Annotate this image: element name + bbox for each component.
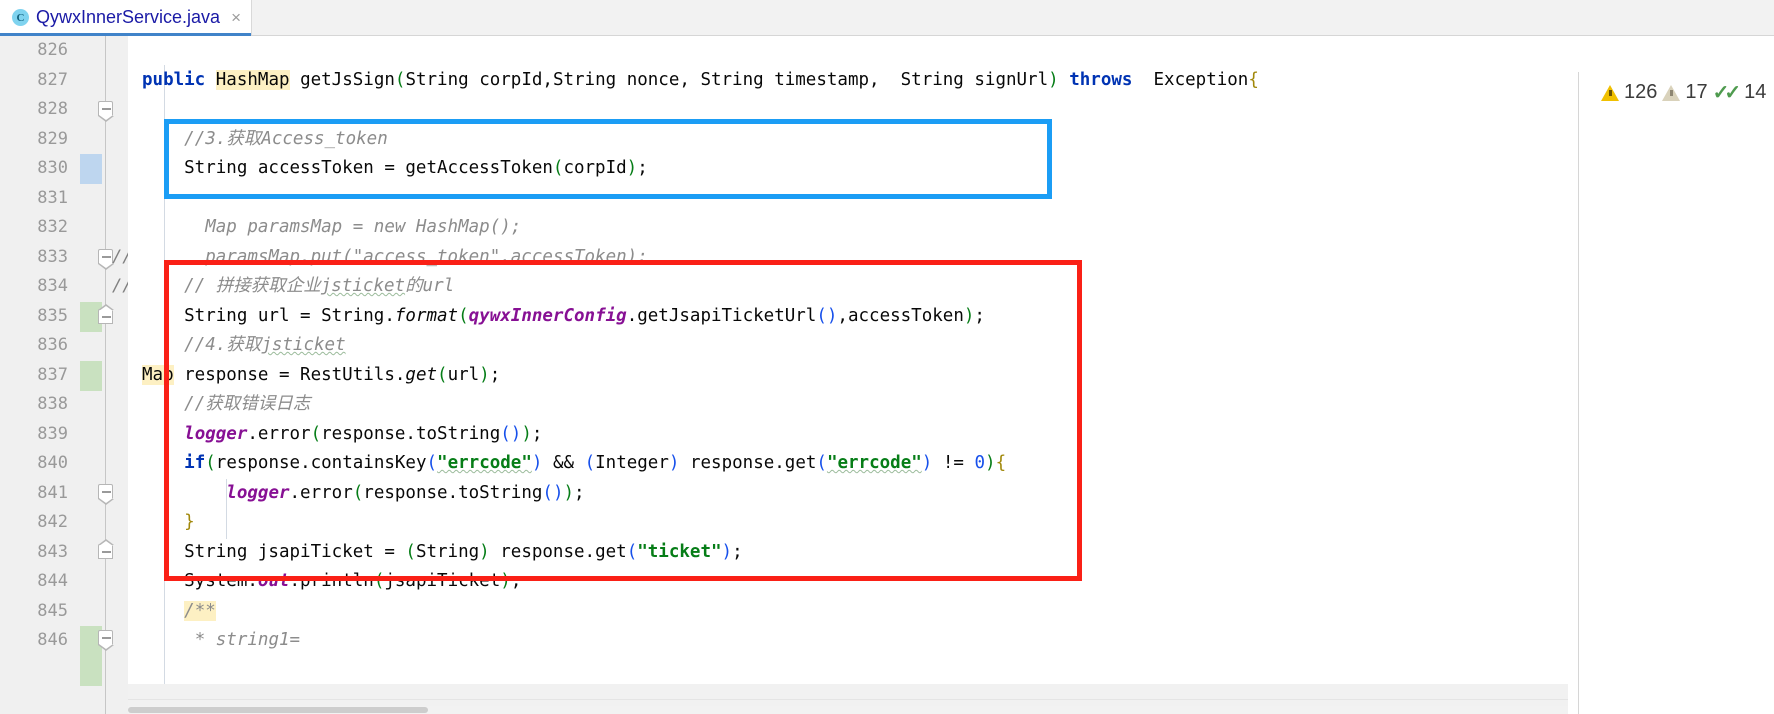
- minus-icon: [102, 316, 111, 318]
- code-line-842[interactable]: }: [142, 508, 1774, 538]
- line-number: 827: [37, 69, 68, 90]
- java-class-icon: C: [12, 9, 29, 26]
- code-line-834[interactable]: // 拼接获取企业jsticket的url: [142, 272, 1774, 302]
- scrollbar-thumb[interactable]: [128, 707, 428, 713]
- line-number: 834: [37, 276, 68, 296]
- code-line-831[interactable]: [142, 184, 1774, 214]
- fold-region-start-icon[interactable]: [98, 484, 114, 505]
- ok-indicator[interactable]: ✓✓ 14: [1713, 81, 1767, 104]
- code-line-845[interactable]: /**: [142, 597, 1774, 627]
- code-lines: public HashMap getJsSign(String corpId,S…: [128, 36, 1774, 656]
- line-number: 828: [37, 99, 68, 119]
- line-number-column: 826 827 828 829 830 831 832 833 834 835 …: [0, 36, 78, 656]
- code-line-836[interactable]: //4.获取jsticket: [142, 331, 1774, 361]
- code-line-844[interactable]: System.out.println(jsapiTicket);: [142, 567, 1774, 597]
- inspection-widget-panel: 126 17 ✓✓ 14: [1578, 72, 1774, 714]
- warning-triangle-icon: [1601, 84, 1619, 101]
- line-number: 833: [37, 246, 68, 267]
- code-line-846[interactable]: * string1=: [142, 626, 1774, 656]
- editor-body: // // 826 827 828 829 830 831 832 833 83…: [0, 36, 1774, 714]
- fold-region-end-icon[interactable]: [98, 304, 114, 324]
- line-number: 846: [37, 630, 68, 650]
- editor-bottom-partial-row: [128, 684, 1568, 706]
- line-number: 838: [37, 394, 68, 414]
- editor-gutter[interactable]: // // 826 827 828 829 830 831 832 833 83…: [0, 36, 132, 714]
- line-number: 841: [37, 482, 68, 503]
- fold-region-start-icon[interactable]: [98, 630, 114, 651]
- fold-region-start-icon[interactable]: [98, 101, 114, 122]
- line-number: 843: [37, 541, 68, 562]
- minus-icon: [102, 491, 111, 493]
- code-line-827[interactable]: public HashMap getJsSign(String corpId,S…: [142, 66, 1774, 96]
- double-check-icon: ✓✓: [1712, 81, 1741, 104]
- minus-icon: [102, 551, 111, 553]
- weak-warnings-indicator[interactable]: 17: [1662, 81, 1708, 104]
- warnings-count: 126: [1624, 81, 1658, 103]
- code-line-826[interactable]: [142, 36, 1774, 66]
- line-number: 845: [37, 600, 68, 621]
- code-editor-area[interactable]: public HashMap getJsSign(String corpId,S…: [128, 36, 1774, 714]
- code-line-838[interactable]: //获取错误日志: [142, 390, 1774, 420]
- line-number: 842: [37, 512, 68, 532]
- editor-tab-bar: C QywxInnerService.java ×: [0, 0, 1774, 36]
- inspection-summary[interactable]: 126 17 ✓✓ 14: [1579, 72, 1774, 104]
- line-number: 836: [37, 335, 68, 355]
- horizontal-scrollbar[interactable]: [128, 706, 1568, 714]
- ide-editor-window: C QywxInnerService.java × // // 826 827 …: [0, 0, 1774, 714]
- fold-region-end-icon[interactable]: [98, 539, 114, 559]
- editor-tab-qywxinnerservice[interactable]: C QywxInnerService.java ×: [0, 0, 253, 36]
- code-fold-rail: [105, 36, 106, 714]
- line-number: 840: [37, 453, 68, 473]
- line-number: 839: [37, 423, 68, 444]
- code-line-837[interactable]: Map response = RestUtils.get(url);: [142, 361, 1774, 391]
- line-number: 829: [37, 128, 68, 149]
- vcs-added-marker[interactable]: [80, 361, 102, 391]
- weak-warning-triangle-icon: [1662, 84, 1681, 101]
- minus-icon: [102, 637, 111, 639]
- close-icon[interactable]: ×: [227, 9, 241, 26]
- minus-icon: [102, 256, 111, 258]
- line-number: 837: [37, 364, 68, 385]
- line-number: 826: [37, 40, 68, 60]
- weak-warnings-count: 17: [1685, 81, 1708, 103]
- fold-region-start-icon[interactable]: [98, 249, 114, 270]
- code-line-843[interactable]: String jsapiTicket = (String) response.g…: [142, 538, 1774, 568]
- vcs-modified-marker[interactable]: [80, 154, 102, 184]
- code-line-830[interactable]: String accessToken = getAccessToken(corp…: [142, 154, 1774, 184]
- code-line-835[interactable]: String url = String.format(qywxInnerConf…: [142, 302, 1774, 332]
- code-line-840[interactable]: if(response.containsKey("errcode") && (I…: [142, 449, 1774, 479]
- code-line-839[interactable]: logger.error(response.toString());: [142, 420, 1774, 450]
- line-number: 832: [37, 217, 68, 237]
- code-line-832[interactable]: Map paramsMap = new HashMap();: [142, 213, 1774, 243]
- line-number: 830: [37, 158, 68, 178]
- editor-tab-label: QywxInnerService.java: [36, 7, 221, 27]
- line-number: 835: [37, 305, 68, 326]
- ok-count: 14: [1744, 81, 1767, 103]
- code-line-841[interactable]: logger.error(response.toString());: [142, 479, 1774, 509]
- code-line-829[interactable]: //3.获取Access_token: [142, 125, 1774, 155]
- minus-icon: [102, 108, 111, 110]
- code-line-828[interactable]: [142, 95, 1774, 125]
- line-number: 831: [37, 187, 68, 208]
- line-number: 844: [37, 571, 68, 591]
- code-line-833[interactable]: paramsMap.put("access_token",accessToken…: [142, 243, 1774, 273]
- warnings-indicator[interactable]: 126: [1601, 81, 1657, 104]
- editor-bottom-divider: [128, 699, 1568, 700]
